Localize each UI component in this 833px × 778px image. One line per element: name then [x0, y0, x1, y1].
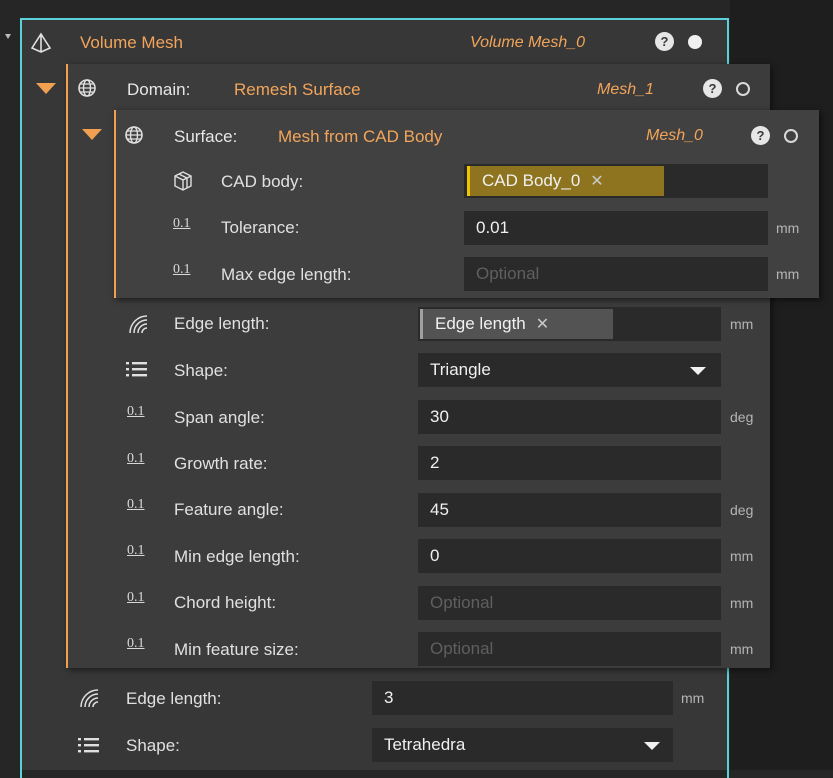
volume-edge-length-input[interactable]: 3	[372, 681, 673, 715]
max-edge-length-label: Max edge length:	[221, 265, 352, 284]
help-icon[interactable]: ?	[751, 126, 770, 145]
surface-ref[interactable]: Mesh_0	[646, 127, 703, 145]
globe-icon	[125, 126, 143, 144]
inactive-dot-icon[interactable]	[736, 82, 750, 96]
growth-rate-label: Growth rate:	[174, 454, 268, 473]
number-icon: 0.1	[127, 451, 145, 466]
domain-ref[interactable]: Mesh_1	[597, 81, 654, 99]
remove-icon[interactable]: ✕	[590, 173, 603, 190]
surface-expand-icon[interactable]	[82, 129, 102, 140]
edge-length-label: Edge length:	[174, 314, 270, 333]
domain-expand-icon[interactable]	[36, 83, 56, 94]
edge-length-chip-label: Edge length	[435, 314, 526, 333]
edge-length-unit: mm	[730, 316, 754, 332]
active-dot-icon[interactable]	[688, 35, 702, 49]
span-angle-label: Span angle:	[174, 408, 265, 427]
min-edge-length-unit: mm	[730, 548, 754, 564]
collapse-arrow-icon[interactable]	[5, 34, 11, 39]
tolerance-unit: mm	[776, 220, 800, 236]
chevron-down-icon[interactable]	[644, 742, 660, 750]
edge-length-icon	[129, 315, 148, 334]
volume-edge-length-label: Edge length:	[126, 689, 222, 708]
cad-body-chip[interactable]: CAD Body_0 ✕	[467, 166, 664, 196]
globe-icon	[78, 79, 96, 97]
help-icon[interactable]: ?	[703, 79, 722, 98]
volume-mesh-ref[interactable]: Volume Mesh_0	[470, 34, 585, 52]
cad-body-chip-label: CAD Body_0	[482, 171, 581, 190]
min-feature-size-label: Min feature size:	[174, 640, 299, 659]
feature-angle-input[interactable]: 45	[418, 493, 721, 527]
volume-edge-length-unit: mm	[681, 690, 705, 706]
max-edge-length-unit: mm	[776, 266, 800, 282]
tolerance-label: Tolerance:	[221, 218, 300, 237]
surface-label: Surface:	[174, 127, 238, 146]
number-icon: 0.1	[127, 497, 145, 512]
min-edge-length-input[interactable]: 0	[418, 539, 721, 573]
min-edge-length-label: Min edge length:	[174, 547, 300, 566]
cad-body-icon	[174, 171, 192, 191]
surface-value[interactable]: Mesh from CAD Body	[278, 127, 442, 147]
domain-value[interactable]: Remesh Surface	[234, 80, 361, 100]
number-icon: 0.1	[127, 636, 145, 651]
feature-angle-label: Feature angle:	[174, 500, 284, 519]
inactive-dot-icon[interactable]	[784, 129, 798, 143]
tetrahedron-icon	[30, 32, 52, 53]
list-icon	[126, 362, 147, 377]
chord-height-input[interactable]: Optional	[418, 586, 721, 620]
edge-length-chip[interactable]: Edge length ✕	[420, 309, 613, 339]
max-edge-length-input[interactable]: Optional	[464, 257, 768, 291]
help-icon[interactable]: ?	[655, 32, 674, 51]
tolerance-input[interactable]: 0.01	[464, 211, 768, 245]
shape-select[interactable]: Triangle	[418, 353, 721, 387]
cad-body-label: CAD body:	[221, 172, 304, 191]
shape-label: Shape:	[174, 361, 228, 380]
chevron-down-icon[interactable]	[690, 367, 706, 375]
list-icon	[78, 738, 99, 753]
number-icon: 0.1	[127, 404, 145, 419]
feature-angle-unit: deg	[730, 502, 754, 518]
number-icon: 0.1	[173, 216, 191, 231]
remove-icon[interactable]: ✕	[536, 316, 549, 333]
number-icon: 0.1	[127, 543, 145, 558]
volume-mesh-title: Volume Mesh	[80, 33, 183, 52]
growth-rate-input[interactable]: 2	[418, 446, 721, 480]
volume-shape-select[interactable]: Tetrahedra	[372, 728, 673, 762]
span-angle-unit: deg	[730, 409, 754, 425]
number-icon: 0.1	[127, 590, 145, 605]
min-feature-size-unit: mm	[730, 641, 754, 657]
chord-height-unit: mm	[730, 595, 754, 611]
chord-height-label: Chord height:	[174, 593, 277, 612]
edge-length-icon	[80, 689, 99, 708]
span-angle-input[interactable]: 30	[418, 400, 721, 434]
min-feature-size-input[interactable]: Optional	[418, 632, 721, 666]
number-icon: 0.1	[173, 262, 191, 277]
volume-shape-label: Shape:	[126, 736, 180, 755]
domain-label: Domain:	[127, 80, 191, 99]
